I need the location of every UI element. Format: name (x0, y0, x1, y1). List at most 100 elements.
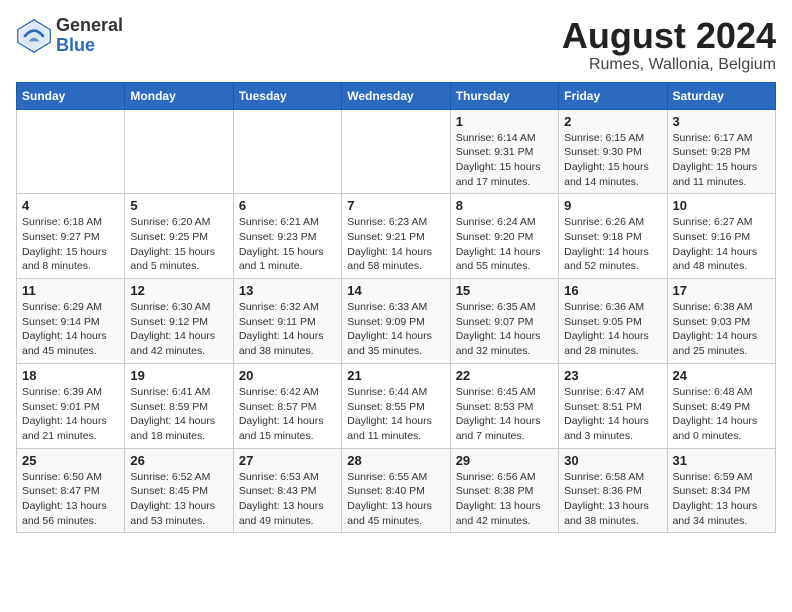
day-info: Sunrise: 6:18 AM Sunset: 9:27 PM Dayligh… (22, 215, 119, 274)
day-number: 20 (239, 368, 336, 383)
day-info: Sunrise: 6:48 AM Sunset: 8:49 PM Dayligh… (673, 385, 770, 444)
day-number: 14 (347, 283, 444, 298)
day-number: 7 (347, 198, 444, 213)
calendar-cell (17, 109, 125, 194)
day-number: 30 (564, 453, 661, 468)
day-info: Sunrise: 6:30 AM Sunset: 9:12 PM Dayligh… (130, 300, 227, 359)
calendar-cell: 29 Sunrise: 6:56 AM Sunset: 8:38 PM Dayli… (450, 448, 558, 533)
day-number: 16 (564, 283, 661, 298)
day-info: Sunrise: 6:29 AM Sunset: 9:14 PM Dayligh… (22, 300, 119, 359)
weekday-header-friday: Friday (559, 82, 667, 109)
calendar-cell (342, 109, 450, 194)
calendar-week-row: 25Sunrise: 6:50 AM Sunset: 8:47 PM Dayli… (17, 448, 776, 533)
calendar-cell: 18 Sunrise: 6:39 AM Sunset: 9:01 PM Dayli… (17, 363, 125, 448)
title-area: August 2024 Rumes, Wallonia, Belgium (562, 16, 776, 74)
day-number: 31 (673, 453, 770, 468)
calendar-cell: 23 Sunrise: 6:47 AM Sunset: 8:51 PM Dayli… (559, 363, 667, 448)
day-info: Sunrise: 6:42 AM Sunset: 8:57 PM Dayligh… (239, 385, 336, 444)
day-info: Sunrise: 6:27 AM Sunset: 9:16 PM Dayligh… (673, 215, 770, 274)
day-info: Sunrise: 6:45 AM Sunset: 8:53 PM Dayligh… (456, 385, 553, 444)
calendar-cell: 17 Sunrise: 6:38 AM Sunset: 9:03 PM Dayli… (667, 279, 775, 364)
weekday-header-saturday: Saturday (667, 82, 775, 109)
day-info: Sunrise: 6:21 AM Sunset: 9:23 PM Dayligh… (239, 215, 336, 274)
calendar-cell: 27Sunrise: 6:53 AM Sunset: 8:43 PM Dayli… (233, 448, 341, 533)
calendar-week-row: 18 Sunrise: 6:39 AM Sunset: 9:01 PM Dayli… (17, 363, 776, 448)
day-info: Sunrise: 6:20 AM Sunset: 9:25 PM Dayligh… (130, 215, 227, 274)
day-info: Sunrise: 6:38 AM Sunset: 9:03 PM Dayligh… (673, 300, 770, 359)
calendar-cell: 3 Sunrise: 6:17 AM Sunset: 9:28 PM Daylig… (667, 109, 775, 194)
day-number: 17 (673, 283, 770, 298)
day-info: Sunrise: 6:52 AM Sunset: 8:45 PM Dayligh… (130, 470, 227, 529)
weekday-header-thursday: Thursday (450, 82, 558, 109)
logo-text-blue: Blue (56, 36, 123, 56)
day-number: 18 (22, 368, 119, 383)
calendar-cell: 14 Sunrise: 6:33 AM Sunset: 9:09 PM Dayli… (342, 279, 450, 364)
weekday-header-sunday: Sunday (17, 82, 125, 109)
day-info: Sunrise: 6:26 AM Sunset: 9:18 PM Dayligh… (564, 215, 661, 274)
month-year-title: August 2024 (562, 16, 776, 56)
logo: General Blue (16, 16, 123, 56)
day-info: Sunrise: 6:17 AM Sunset: 9:28 PM Dayligh… (673, 131, 770, 190)
day-number: 21 (347, 368, 444, 383)
calendar-cell: 7 Sunrise: 6:23 AM Sunset: 9:21 PM Daylig… (342, 194, 450, 279)
calendar-cell: 24 Sunrise: 6:48 AM Sunset: 8:49 PM Dayli… (667, 363, 775, 448)
calendar-week-row: 11 Sunrise: 6:29 AM Sunset: 9:14 PM Dayli… (17, 279, 776, 364)
calendar-cell: 8 Sunrise: 6:24 AM Sunset: 9:20 PM Daylig… (450, 194, 558, 279)
calendar-cell: 4 Sunrise: 6:18 AM Sunset: 9:27 PM Daylig… (17, 194, 125, 279)
day-info: Sunrise: 6:47 AM Sunset: 8:51 PM Dayligh… (564, 385, 661, 444)
day-number: 6 (239, 198, 336, 213)
calendar-cell: 30 Sunrise: 6:58 AM Sunset: 8:36 PM Dayli… (559, 448, 667, 533)
day-number: 26 (130, 453, 227, 468)
day-number: 11 (22, 283, 119, 298)
day-info: Sunrise: 6:39 AM Sunset: 9:01 PM Dayligh… (22, 385, 119, 444)
day-number: 8 (456, 198, 553, 213)
calendar-cell: 21 Sunrise: 6:44 AM Sunset: 8:55 PM Dayli… (342, 363, 450, 448)
day-info: Sunrise: 6:50 AM Sunset: 8:47 PM Dayligh… (22, 470, 119, 529)
calendar-week-row: 4 Sunrise: 6:18 AM Sunset: 9:27 PM Daylig… (17, 194, 776, 279)
weekday-header-wednesday: Wednesday (342, 82, 450, 109)
calendar-cell (125, 109, 233, 194)
calendar-cell: 22Sunrise: 6:45 AM Sunset: 8:53 PM Dayli… (450, 363, 558, 448)
day-info: Sunrise: 6:56 AM Sunset: 8:38 PM Dayligh… (456, 470, 553, 529)
calendar-cell: 13Sunrise: 6:32 AM Sunset: 9:11 PM Dayli… (233, 279, 341, 364)
calendar-cell: 1Sunrise: 6:14 AM Sunset: 9:31 PM Daylig… (450, 109, 558, 194)
day-info: Sunrise: 6:23 AM Sunset: 9:21 PM Dayligh… (347, 215, 444, 274)
day-number: 3 (673, 114, 770, 129)
day-info: Sunrise: 6:44 AM Sunset: 8:55 PM Dayligh… (347, 385, 444, 444)
day-info: Sunrise: 6:36 AM Sunset: 9:05 PM Dayligh… (564, 300, 661, 359)
logo-text-general: General (56, 16, 123, 36)
day-number: 24 (673, 368, 770, 383)
day-number: 23 (564, 368, 661, 383)
calendar-cell: 10 Sunrise: 6:27 AM Sunset: 9:16 PM Dayli… (667, 194, 775, 279)
calendar-cell: 5 Sunrise: 6:20 AM Sunset: 9:25 PM Daylig… (125, 194, 233, 279)
day-number: 5 (130, 198, 227, 213)
calendar-cell: 2Sunrise: 6:15 AM Sunset: 9:30 PM Daylig… (559, 109, 667, 194)
day-number: 19 (130, 368, 227, 383)
day-number: 4 (22, 198, 119, 213)
calendar-cell: 28Sunrise: 6:55 AM Sunset: 8:40 PM Dayli… (342, 448, 450, 533)
page-header: General Blue August 2024 Rumes, Wallonia… (16, 16, 776, 74)
logo-icon (16, 18, 52, 54)
day-info: Sunrise: 6:24 AM Sunset: 9:20 PM Dayligh… (456, 215, 553, 274)
day-number: 15 (456, 283, 553, 298)
day-number: 1 (456, 114, 553, 129)
day-number: 29 (456, 453, 553, 468)
calendar-cell: 31Sunrise: 6:59 AM Sunset: 8:34 PM Dayli… (667, 448, 775, 533)
day-number: 10 (673, 198, 770, 213)
calendar-cell: 20 Sunrise: 6:42 AM Sunset: 8:57 PM Dayli… (233, 363, 341, 448)
day-info: Sunrise: 6:53 AM Sunset: 8:43 PM Dayligh… (239, 470, 336, 529)
calendar-cell: 12Sunrise: 6:30 AM Sunset: 9:12 PM Dayli… (125, 279, 233, 364)
calendar-cell: 19 Sunrise: 6:41 AM Sunset: 8:59 PM Dayli… (125, 363, 233, 448)
location-subtitle: Rumes, Wallonia, Belgium (562, 56, 776, 74)
calendar-cell: 9 Sunrise: 6:26 AM Sunset: 9:18 PM Daylig… (559, 194, 667, 279)
calendar-cell: 26 Sunrise: 6:52 AM Sunset: 8:45 PM Dayli… (125, 448, 233, 533)
calendar-cell: 15Sunrise: 6:35 AM Sunset: 9:07 PM Dayli… (450, 279, 558, 364)
day-info: Sunrise: 6:33 AM Sunset: 9:09 PM Dayligh… (347, 300, 444, 359)
day-number: 28 (347, 453, 444, 468)
day-info: Sunrise: 6:58 AM Sunset: 8:36 PM Dayligh… (564, 470, 661, 529)
weekday-header-tuesday: Tuesday (233, 82, 341, 109)
weekday-header-row: SundayMondayTuesdayWednesdayThursdayFrid… (17, 82, 776, 109)
day-number: 9 (564, 198, 661, 213)
calendar-cell: 6 Sunrise: 6:21 AM Sunset: 9:23 PM Daylig… (233, 194, 341, 279)
day-info: Sunrise: 6:41 AM Sunset: 8:59 PM Dayligh… (130, 385, 227, 444)
